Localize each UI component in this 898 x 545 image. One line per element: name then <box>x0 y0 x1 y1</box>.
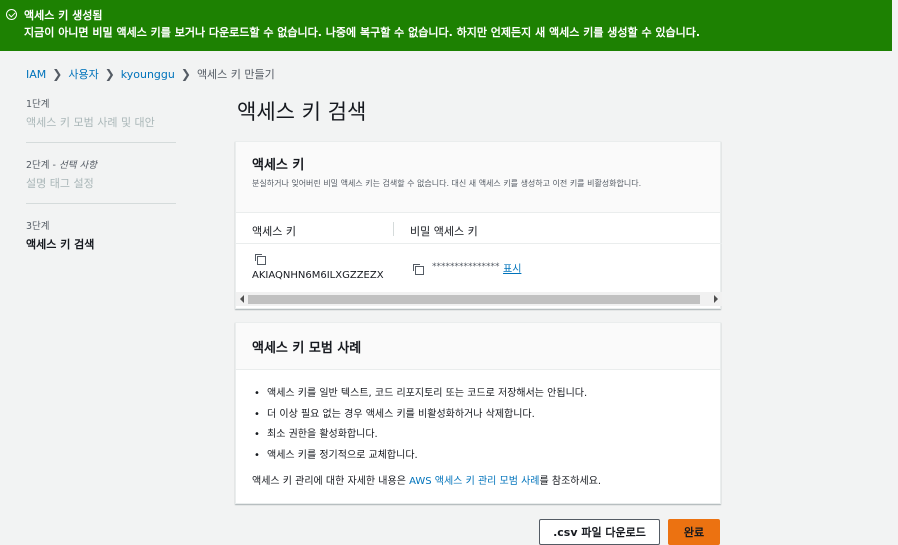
horizontal-scrollbar[interactable] <box>236 292 722 306</box>
success-banner: 액세스 키 생성됨 지금이 아니면 비밀 액세스 키를 보거나 다운로드할 수 … <box>0 0 892 51</box>
step-3-name: 액세스 키 검색 <box>26 238 95 251</box>
copy-icon[interactable] <box>413 264 424 275</box>
chevron-right-icon: ❯ <box>180 67 191 81</box>
list-item: 액세스 키를 일반 텍스트, 코드 리포지토리 또는 코드로 저장해서는 안됩니… <box>252 384 720 405</box>
breadcrumb-user[interactable]: kyounggu <box>121 68 175 81</box>
show-secret-link[interactable]: 표시 <box>503 260 521 275</box>
breadcrumb-current: 액세스 키 만들기 <box>196 68 275 81</box>
step-2-number: 2단계 - <box>26 160 59 171</box>
list-item: 액세스 키를 정기적으로 교체합니다. <box>252 446 720 467</box>
breadcrumb-iam[interactable]: IAM <box>26 68 46 81</box>
column-access-key: 액세스 키 <box>252 225 296 238</box>
access-key-header: 액세스 키 분실하거나 잊어버린 비밀 액세스 키는 검색할 수 없습니다. 대… <box>236 142 720 213</box>
best-practices-title: 액세스 키 모범 사례 <box>252 341 362 356</box>
breadcrumb-users[interactable]: 사용자 <box>68 66 98 82</box>
access-key-title: 액세스 키 <box>252 158 305 173</box>
column-secret-key: 비밀 액세스 키 <box>410 225 478 238</box>
chevron-right-icon: ❯ <box>52 67 63 81</box>
access-key-description: 분실하거나 잊어버린 비밀 액세스 키는 검색할 수 없습니다. 대신 새 액세… <box>252 179 642 188</box>
best-practices-list: 액세스 키를 일반 텍스트, 코드 리포지토리 또는 코드로 저장해서는 안됩니… <box>236 370 720 466</box>
best-practices-panel: 액세스 키 모범 사례 액세스 키를 일반 텍스트, 코드 리포지토리 또는 코… <box>235 322 721 504</box>
more-info-suffix: 를 참조하세요. <box>539 476 602 487</box>
more-info-prefix: 액세스 키 관리에 대한 자세한 내용은 <box>252 476 410 487</box>
step-3-label: 3단계 <box>26 221 50 232</box>
download-csv-button[interactable]: .csv 파일 다운로드 <box>539 519 660 545</box>
step-2-label: 2단계 - 선택 사항 <box>26 157 176 171</box>
copy-icon[interactable] <box>255 254 266 265</box>
best-practices-link[interactable]: AWS 액세스 키 관리 모범 사례 <box>409 476 539 487</box>
list-item: 더 이상 필요 없는 경우 액세스 키를 비활성화하거나 삭제합니다. <box>252 405 720 426</box>
table-header: 액세스 키 비밀 액세스 키 <box>236 214 722 244</box>
scroll-right-arrow-icon[interactable] <box>714 295 718 303</box>
step-2-optional: 선택 사항 <box>59 160 97 171</box>
check-circle-icon <box>6 9 17 20</box>
banner-message: 지금이 아니면 비밀 액세스 키를 보거나 다운로드할 수 없습니다. 나중에 … <box>24 26 701 39</box>
chevron-right-icon: ❯ <box>104 67 115 81</box>
secret-key-masked: *************** <box>432 262 500 272</box>
list-item: 최소 권한을 활성화합니다. <box>252 425 720 446</box>
step-1-name: 액세스 키 모범 사례 및 대안 <box>26 116 155 129</box>
wizard-steps: 1단계 액세스 키 모범 사례 및 대안 2단계 - 선택 사항 설명 태그 설… <box>26 96 176 278</box>
page-title: 액세스 키 검색 <box>237 100 367 124</box>
banner-title: 액세스 키 생성됨 <box>24 9 103 22</box>
best-practices-header: 액세스 키 모범 사례 <box>236 323 720 370</box>
more-info-text: 액세스 키 관리에 대한 자세한 내용은 AWS 액세스 키 관리 모범 사례를… <box>236 466 720 487</box>
step-1-label: 1단계 <box>26 99 50 110</box>
breadcrumb: IAM ❯ 사용자 ❯ kyounggu ❯ 액세스 키 만들기 <box>26 66 275 82</box>
done-button[interactable]: 완료 <box>668 519 720 545</box>
step-1: 1단계 액세스 키 모범 사례 및 대안 <box>26 96 176 143</box>
step-3: 3단계 액세스 키 검색 <box>26 218 176 264</box>
step-2-name: 설명 태그 설정 <box>26 177 94 190</box>
scrollbar-thumb[interactable] <box>248 295 700 304</box>
scroll-left-arrow-icon[interactable] <box>240 295 244 303</box>
column-divider <box>393 222 394 236</box>
access-key-id: AKIAQNHN6M6ILXGZZEZX <box>252 270 384 281</box>
step-2: 2단계 - 선택 사항 설명 태그 설정 <box>26 157 176 204</box>
access-key-panel: 액세스 키 분실하거나 잊어버린 비밀 액세스 키는 검색할 수 없습니다. 대… <box>235 141 722 309</box>
